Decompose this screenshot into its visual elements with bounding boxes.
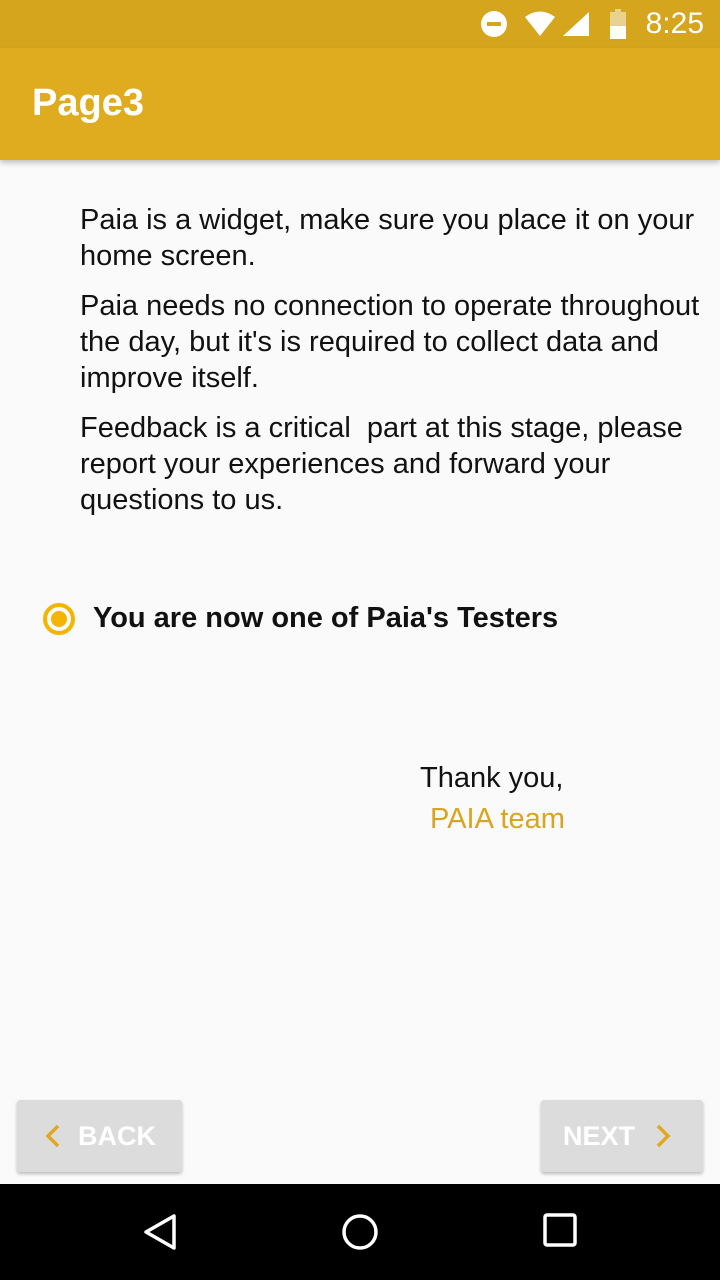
home-icon[interactable] [340, 1212, 380, 1257]
chevron-right-icon [655, 1124, 671, 1148]
paragraph-feedback: Feedback is a critical part at this stag… [80, 412, 691, 516]
radio-label: You are now one of Paia's Testers [93, 602, 559, 634]
radio-button-icon[interactable] [43, 602, 75, 635]
tester-radio-option[interactable]: You are now one of Paia's Testers [43, 602, 558, 635]
signal-icon [562, 11, 590, 37]
chevron-left-icon [45, 1124, 61, 1148]
page-title: Page3 [32, 82, 144, 124]
body-text: Paia is a widget, make sure you place it… [80, 202, 712, 532]
do-not-disturb-icon [480, 10, 508, 38]
system-nav-bar [0, 1184, 720, 1280]
back-icon[interactable] [140, 1212, 180, 1257]
next-button[interactable]: NEXT [541, 1100, 703, 1172]
recents-icon[interactable] [542, 1212, 578, 1253]
next-button-label: NEXT [563, 1120, 636, 1151]
status-icons: 8:25 [480, 0, 704, 48]
battery-icon [609, 9, 626, 39]
status-bar: 8:25 [0, 0, 720, 48]
paragraph-connection: Paia needs no connection to operate thro… [80, 290, 708, 394]
thank-you-text: Thank you, [420, 762, 564, 794]
status-time: 8:25 [645, 7, 704, 40]
wifi-icon [524, 11, 556, 37]
team-signature: PAIA team [430, 803, 565, 835]
radio-selected-dot [51, 610, 67, 627]
back-button[interactable]: BACK [17, 1100, 182, 1172]
app-bar: Page3 [0, 48, 720, 160]
back-button-label: BACK [78, 1120, 156, 1151]
paragraph-widget: Paia is a widget, make sure you place it… [80, 204, 703, 272]
